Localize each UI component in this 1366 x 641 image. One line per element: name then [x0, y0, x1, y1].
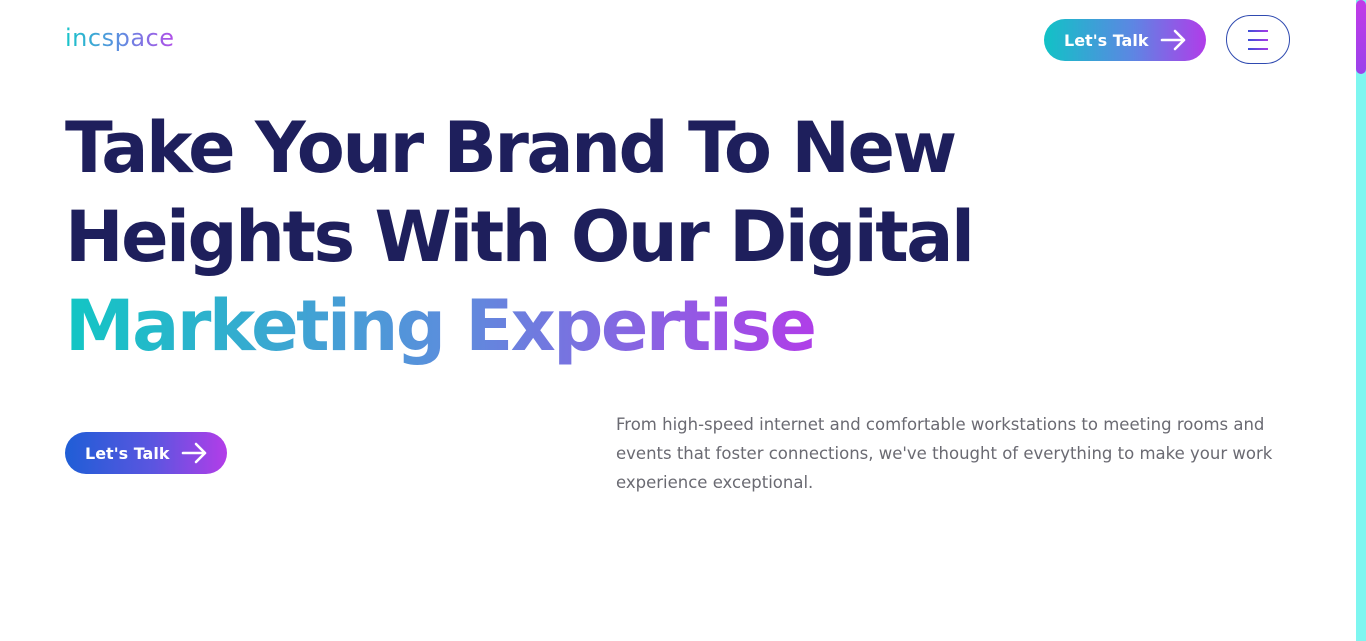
- page: incspace Let's Talk Take Your Brand To N…: [0, 0, 1366, 641]
- lets-talk-header-label: Let's Talk: [1064, 30, 1149, 50]
- lets-talk-hero-label: Let's Talk: [85, 443, 170, 463]
- page-scrollbar[interactable]: [1356, 0, 1366, 641]
- arrow-right-icon: [181, 442, 207, 464]
- menu-button[interactable]: [1226, 15, 1290, 64]
- arrow-right-icon: [1160, 29, 1186, 51]
- scrollbar-thumb[interactable]: [1356, 0, 1366, 74]
- headline-line-3-gradient: Marketing Expertise: [65, 282, 817, 371]
- hero-headline: Take Your Brand To New Heights With Our …: [65, 104, 1025, 371]
- headline-line-2: Heights With Our Digital: [65, 196, 975, 278]
- headline-line-1: Take Your Brand To New: [65, 107, 957, 189]
- hamburger-menu-icon: [1248, 30, 1268, 50]
- lets-talk-header-button[interactable]: Let's Talk: [1044, 19, 1206, 61]
- hero-description: From high-speed internet and comfortable…: [616, 415, 1273, 492]
- lets-talk-hero-button[interactable]: Let's Talk: [65, 432, 227, 474]
- logo[interactable]: incspace: [65, 24, 174, 52]
